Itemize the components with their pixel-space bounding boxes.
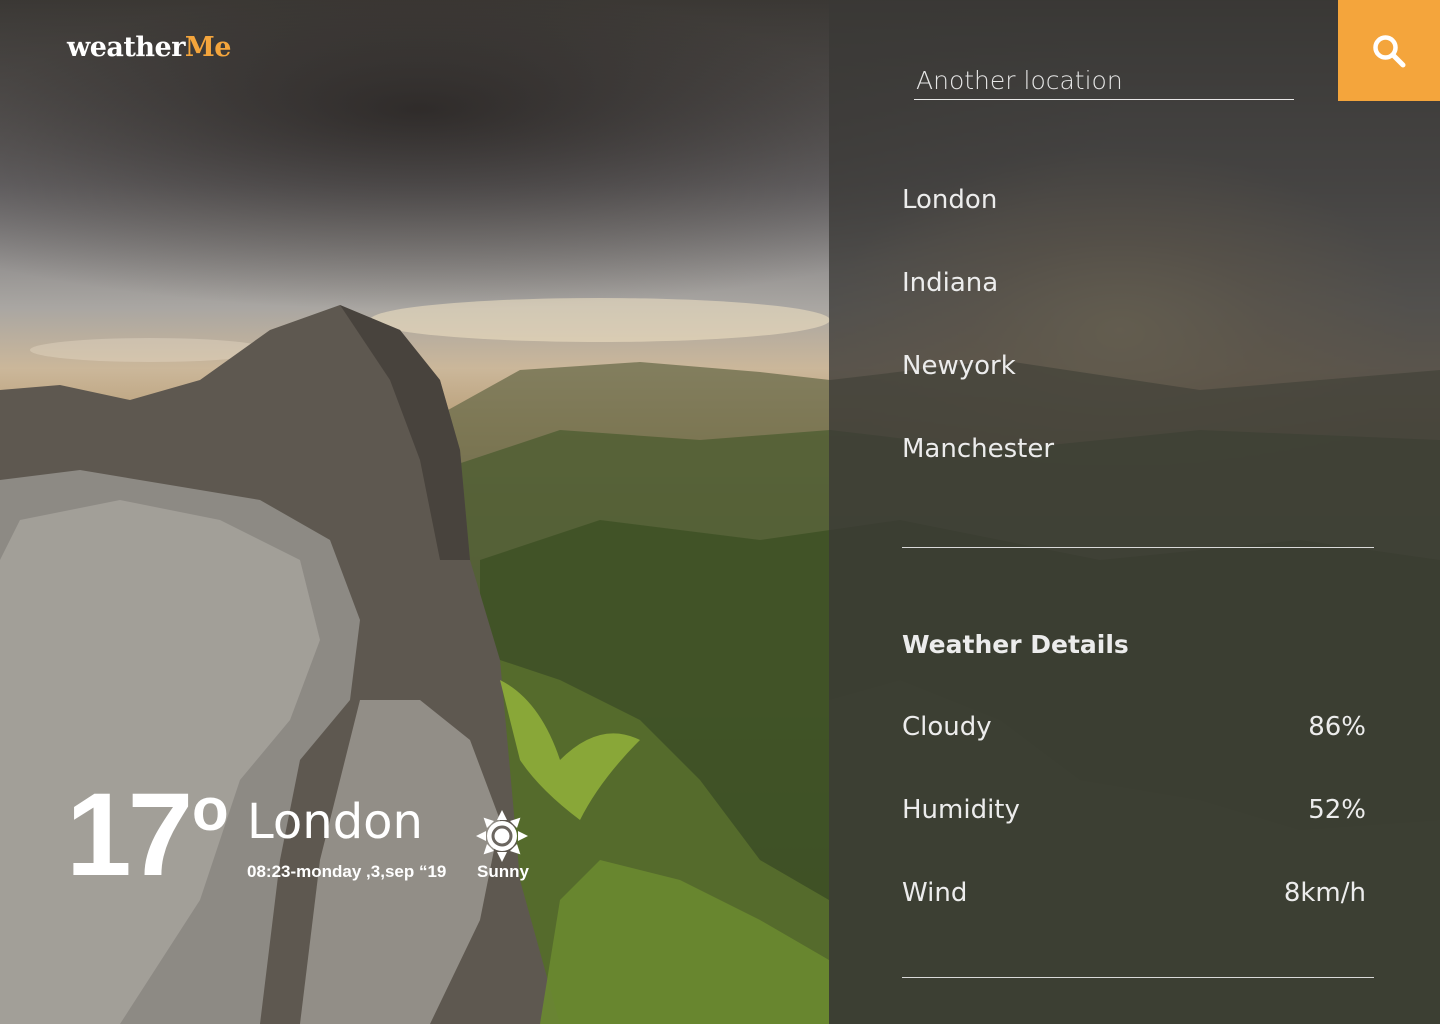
detail-label: Wind bbox=[902, 878, 968, 908]
recent-locations-list: London Indiana Newyork Manchester bbox=[902, 180, 1054, 512]
detail-value: 52% bbox=[1308, 795, 1366, 825]
degree-symbol: o bbox=[192, 776, 229, 843]
side-panel bbox=[829, 0, 1440, 1024]
sun-icon bbox=[476, 810, 528, 862]
detail-row-humidity: Humidity 52% bbox=[902, 795, 1366, 825]
weather-condition: Sunny bbox=[477, 862, 529, 881]
location-item-manchester[interactable]: Manchester bbox=[902, 429, 1054, 512]
location-item-newyork[interactable]: Newyork bbox=[902, 346, 1054, 429]
detail-row-cloudy: Cloudy 86% bbox=[902, 712, 1366, 742]
search-button[interactable] bbox=[1338, 0, 1440, 101]
detail-label: Cloudy bbox=[902, 712, 992, 742]
location-search-input[interactable] bbox=[914, 62, 1294, 100]
detail-value: 8km/h bbox=[1283, 878, 1366, 908]
locations-divider bbox=[902, 547, 1374, 548]
detail-row-wind: Wind 8km/h bbox=[902, 878, 1366, 908]
detail-label: Humidity bbox=[902, 795, 1020, 825]
current-city: London bbox=[247, 794, 423, 850]
detail-value: 86% bbox=[1308, 712, 1366, 742]
current-temperature: 17 bbox=[66, 769, 193, 901]
search-icon bbox=[1373, 34, 1406, 67]
app-logo[interactable]: weatherMe bbox=[67, 32, 232, 63]
logo-accent-text: Me bbox=[184, 32, 232, 63]
weather-app: weatherMe London Indiana Newyork Manches… bbox=[0, 0, 1440, 1024]
location-item-london[interactable]: London bbox=[902, 180, 1054, 263]
location-item-indiana[interactable]: Indiana bbox=[902, 263, 1054, 346]
current-datetime: 08:23-monday ,3,sep “19 bbox=[247, 862, 447, 881]
weather-details-title: Weather Details bbox=[902, 630, 1129, 659]
logo-text: weather bbox=[67, 32, 185, 63]
details-divider bbox=[902, 977, 1374, 978]
